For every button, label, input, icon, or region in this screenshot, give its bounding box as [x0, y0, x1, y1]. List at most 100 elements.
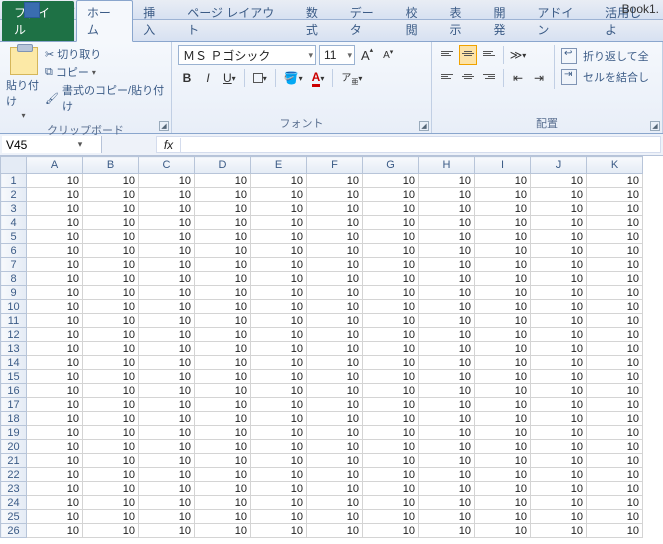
- cell[interactable]: 10: [27, 202, 83, 216]
- cell[interactable]: 10: [363, 286, 419, 300]
- cell[interactable]: 10: [251, 244, 307, 258]
- cell[interactable]: 10: [307, 174, 363, 188]
- cell[interactable]: 10: [363, 426, 419, 440]
- cell[interactable]: 10: [531, 244, 587, 258]
- cell[interactable]: 10: [139, 510, 195, 524]
- cell[interactable]: 10: [251, 174, 307, 188]
- tab-5[interactable]: 校閲: [396, 1, 440, 41]
- cell[interactable]: 10: [139, 342, 195, 356]
- cell[interactable]: 10: [419, 272, 475, 286]
- cell[interactable]: 10: [531, 384, 587, 398]
- cell[interactable]: 10: [139, 258, 195, 272]
- cell[interactable]: 10: [587, 230, 643, 244]
- cell[interactable]: 10: [587, 412, 643, 426]
- cell[interactable]: 10: [83, 216, 139, 230]
- cell[interactable]: 10: [587, 398, 643, 412]
- cell[interactable]: 10: [475, 258, 531, 272]
- tab-3[interactable]: 数式: [296, 1, 340, 41]
- cell[interactable]: 10: [419, 258, 475, 272]
- fill-color-button[interactable]: 🪣▾: [281, 68, 306, 88]
- cell[interactable]: 10: [83, 328, 139, 342]
- cell[interactable]: 10: [195, 454, 251, 468]
- cell[interactable]: 10: [251, 384, 307, 398]
- col-header[interactable]: A: [27, 157, 83, 174]
- cell[interactable]: 10: [419, 468, 475, 482]
- cell[interactable]: 10: [531, 468, 587, 482]
- cell[interactable]: 10: [83, 426, 139, 440]
- cell[interactable]: 10: [83, 174, 139, 188]
- cell[interactable]: 10: [139, 454, 195, 468]
- cell[interactable]: 10: [83, 244, 139, 258]
- cell[interactable]: 10: [139, 244, 195, 258]
- cell[interactable]: 10: [475, 286, 531, 300]
- cell[interactable]: 10: [139, 412, 195, 426]
- cell[interactable]: 10: [307, 188, 363, 202]
- cell[interactable]: 10: [27, 244, 83, 258]
- cell[interactable]: 10: [307, 328, 363, 342]
- row-header[interactable]: 13: [1, 342, 27, 356]
- cell[interactable]: 10: [139, 174, 195, 188]
- cell[interactable]: 10: [251, 398, 307, 412]
- cell[interactable]: 10: [83, 384, 139, 398]
- cell[interactable]: 10: [587, 496, 643, 510]
- cell[interactable]: 10: [139, 440, 195, 454]
- cell[interactable]: 10: [251, 314, 307, 328]
- cell[interactable]: 10: [83, 230, 139, 244]
- phonetic-button[interactable]: ア亜▾: [338, 68, 365, 88]
- cell[interactable]: 10: [419, 496, 475, 510]
- col-header[interactable]: K: [587, 157, 643, 174]
- cell[interactable]: 10: [587, 454, 643, 468]
- cell[interactable]: 10: [139, 230, 195, 244]
- row-header[interactable]: 25: [1, 510, 27, 524]
- cell[interactable]: 10: [251, 300, 307, 314]
- cell[interactable]: 10: [363, 412, 419, 426]
- cell[interactable]: 10: [363, 216, 419, 230]
- cell[interactable]: 10: [531, 496, 587, 510]
- row-header[interactable]: 2: [1, 188, 27, 202]
- cell[interactable]: 10: [27, 356, 83, 370]
- cell[interactable]: 10: [27, 398, 83, 412]
- cell[interactable]: 10: [475, 174, 531, 188]
- cell[interactable]: 10: [251, 524, 307, 538]
- cell[interactable]: 10: [363, 454, 419, 468]
- cell[interactable]: 10: [419, 174, 475, 188]
- cell[interactable]: 10: [531, 328, 587, 342]
- cell[interactable]: 10: [587, 272, 643, 286]
- cell[interactable]: 10: [587, 370, 643, 384]
- cell[interactable]: 10: [531, 342, 587, 356]
- cell[interactable]: 10: [363, 174, 419, 188]
- name-box-dropdown-icon[interactable]: ▾: [72, 139, 88, 150]
- worksheet-grid[interactable]: ABCDEFGHIJK11010101010101010101010210101…: [0, 156, 663, 544]
- cell[interactable]: 10: [307, 202, 363, 216]
- cell[interactable]: 10: [251, 202, 307, 216]
- shrink-font-button[interactable]: A▾: [379, 45, 397, 65]
- tab-8[interactable]: アドイン: [527, 1, 595, 41]
- cell[interactable]: 10: [531, 398, 587, 412]
- tab-0[interactable]: ホーム: [76, 0, 133, 42]
- cell[interactable]: 10: [307, 426, 363, 440]
- cell[interactable]: 10: [139, 496, 195, 510]
- cell[interactable]: 10: [195, 496, 251, 510]
- cell[interactable]: 10: [475, 384, 531, 398]
- cell[interactable]: 10: [307, 510, 363, 524]
- cell[interactable]: 10: [195, 482, 251, 496]
- cell[interactable]: 10: [83, 524, 139, 538]
- cell[interactable]: 10: [419, 398, 475, 412]
- row-header[interactable]: 18: [1, 412, 27, 426]
- cell[interactable]: 10: [251, 328, 307, 342]
- cell[interactable]: 10: [531, 440, 587, 454]
- cell[interactable]: 10: [139, 188, 195, 202]
- cell[interactable]: 10: [27, 454, 83, 468]
- cell[interactable]: 10: [251, 230, 307, 244]
- cell[interactable]: 10: [83, 370, 139, 384]
- name-box-input[interactable]: [2, 138, 72, 152]
- cell[interactable]: 10: [419, 342, 475, 356]
- cell[interactable]: 10: [195, 412, 251, 426]
- cell[interactable]: 10: [195, 300, 251, 314]
- cell[interactable]: 10: [307, 216, 363, 230]
- orientation-button[interactable]: ≫▾: [509, 45, 527, 65]
- cell[interactable]: 10: [139, 524, 195, 538]
- cell[interactable]: 10: [83, 342, 139, 356]
- cell[interactable]: 10: [587, 468, 643, 482]
- cell[interactable]: 10: [251, 412, 307, 426]
